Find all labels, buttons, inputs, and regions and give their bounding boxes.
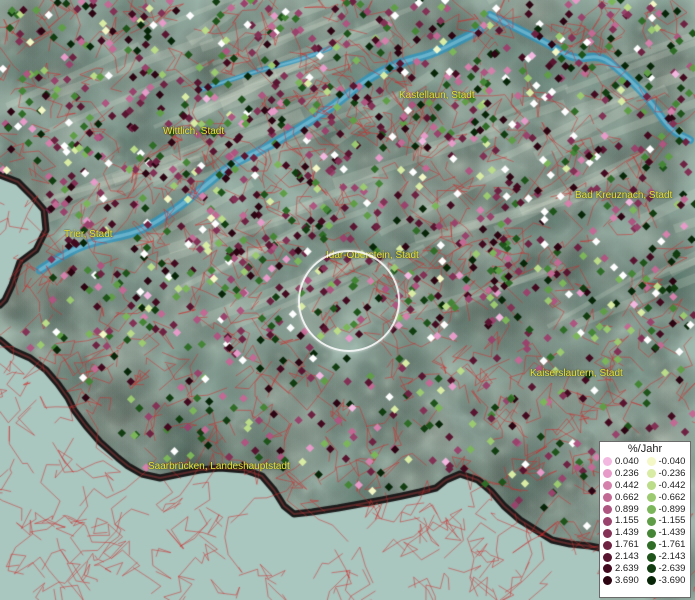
legend-negative-row: -0.040 [646, 455, 691, 468]
legend-negative-row: -0.442 [646, 479, 691, 492]
legend-negative-value: -1.439 [658, 527, 686, 539]
legend-negative-row: -0.899 [646, 503, 691, 516]
legend-negative-value: -0.236 [658, 467, 686, 479]
legend-column-negative: -0.040 -0.236 -0.442 -0.662 -0.899 -1.155 -1.4… [646, 455, 691, 587]
legend-title: %/Jahr [627, 443, 663, 455]
legend-negative-value: -0.040 [658, 455, 686, 467]
legend-positive-value: 0.236 [615, 467, 639, 479]
legend-negative-swatch [646, 564, 656, 574]
legend-positive-value: 1.439 [615, 527, 639, 539]
legend-positive-swatch [603, 516, 612, 526]
legend-negative-swatch [646, 528, 656, 538]
legend-negative-row: -1.439 [646, 527, 691, 539]
legend-positive-value: 1.761 [615, 539, 639, 551]
legend-positive-value: 0.899 [615, 503, 639, 515]
legend-positive-swatch [603, 576, 612, 586]
legend-negative-value: -0.899 [658, 503, 686, 515]
legend-negative-row: -3.690 [646, 574, 691, 587]
legend-negative-value: -2.143 [658, 551, 686, 563]
legend-negative-value: -0.442 [658, 479, 686, 491]
legend-positive-row: 3.690 [603, 575, 647, 587]
legend-negative-row: -1.761 [646, 539, 691, 551]
legend-positive-value: 2.639 [615, 562, 639, 574]
legend-negative-swatch [646, 505, 656, 514]
legend-positive-value: 0.662 [615, 491, 639, 503]
legend-negative-swatch [646, 516, 656, 526]
selection-circle[interactable] [298, 250, 400, 352]
legend-positive-row: 0.899 [603, 504, 647, 516]
legend: %/Jahr 0.040 0.236 0.442 0.662 0.899 1.155 1.4… [599, 441, 691, 598]
legend-negative-swatch [646, 481, 656, 491]
legend-positive-swatch [603, 481, 612, 491]
legend-positive-row: 2.143 [603, 551, 647, 563]
legend-negative-swatch [646, 469, 656, 479]
legend-positive-row: 1.155 [603, 515, 647, 527]
legend-negative-swatch [646, 457, 656, 467]
legend-negative-row: -2.143 [646, 551, 691, 563]
legend-positive-value: 2.143 [615, 551, 639, 563]
legend-negative-value: -0.662 [658, 491, 686, 503]
legend-positive-swatch [603, 540, 612, 550]
legend-positive-swatch [603, 469, 612, 479]
legend-negative-row: -2.639 [646, 562, 691, 575]
legend-positive-row: 1.439 [603, 527, 647, 539]
legend-positive-row: 0.236 [603, 468, 647, 480]
legend-negative-swatch [646, 576, 656, 586]
legend-positive-swatch [603, 564, 612, 574]
legend-positive-row: 1.761 [603, 539, 647, 551]
legend-positive-value: 3.690 [615, 574, 639, 586]
legend-column-positive: 0.040 0.236 0.442 0.662 0.899 1.155 1.439 1.761… [603, 456, 647, 587]
legend-positive-row: 0.662 [603, 492, 647, 504]
legend-negative-swatch [646, 552, 656, 562]
legend-negative-row: -0.662 [646, 491, 691, 504]
legend-positive-row: 0.442 [603, 480, 647, 492]
legend-positive-value: 1.155 [615, 515, 639, 527]
legend-negative-row: -0.236 [646, 467, 691, 480]
legend-negative-swatch [646, 540, 656, 550]
legend-positive-value: 0.442 [615, 479, 639, 491]
legend-positive-swatch [603, 457, 612, 467]
legend-negative-swatch [646, 493, 656, 503]
legend-negative-value: -3.690 [658, 574, 686, 586]
legend-positive-swatch [603, 528, 612, 538]
legend-negative-value: -2.639 [658, 562, 686, 574]
legend-negative-value: -1.155 [658, 515, 686, 527]
legend-positive-row: 2.639 [603, 563, 647, 575]
legend-positive-swatch [603, 493, 612, 503]
legend-negative-row: -1.155 [646, 515, 691, 527]
legend-positive-swatch [603, 505, 612, 514]
legend-positive-swatch [603, 552, 612, 562]
legend-positive-value: 0.040 [615, 455, 639, 467]
legend-positive-row: 0.040 [603, 456, 647, 468]
legend-negative-value: -1.761 [658, 539, 686, 551]
